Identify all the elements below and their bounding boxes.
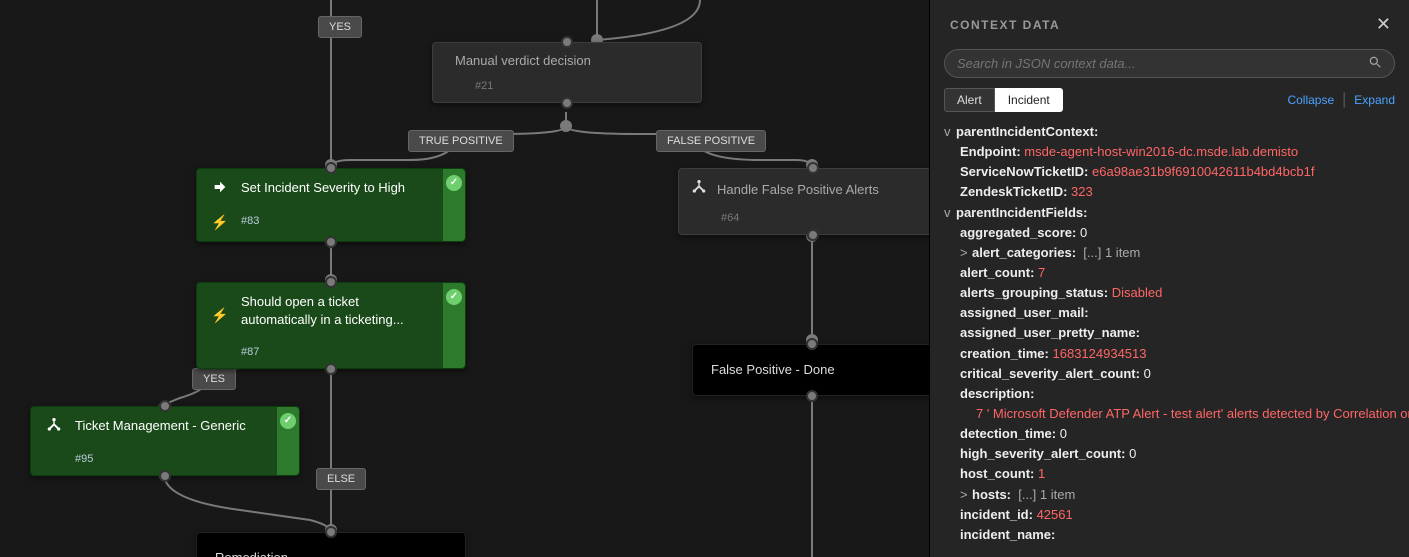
- json-key[interactable]: aggregated_score:: [960, 225, 1076, 240]
- json-value: msde-agent-host-win2016-dc.msde.lab.demi…: [1024, 144, 1298, 159]
- bolt-icon: ⚡: [211, 307, 228, 324]
- json-value: 0: [1144, 366, 1151, 381]
- check-icon: ✓: [446, 289, 462, 305]
- arrow-right-icon: [212, 179, 228, 200]
- json-key[interactable]: detection_time:: [960, 426, 1056, 441]
- json-key[interactable]: hosts:: [972, 487, 1011, 502]
- search-input[interactable]: [957, 56, 1368, 71]
- json-key[interactable]: creation_time:: [960, 346, 1049, 361]
- json-value: 323: [1071, 184, 1093, 199]
- status-indicator: ✓: [443, 169, 465, 241]
- json-key[interactable]: ZendeskTicketID:: [960, 184, 1067, 199]
- subplaybook-icon: [46, 417, 62, 438]
- node-number: #95: [75, 453, 269, 465]
- json-key[interactable]: critical_severity_alert_count:: [960, 366, 1140, 381]
- node-number: #83: [241, 215, 435, 227]
- json-key[interactable]: Endpoint:: [960, 144, 1021, 159]
- json-key[interactable]: assigned_user_mail:: [960, 305, 1089, 320]
- json-key[interactable]: parentIncidentFields:: [956, 205, 1087, 220]
- collapse-link[interactable]: Collapse: [1287, 93, 1334, 107]
- node-title: Set Incident Severity to High: [241, 179, 435, 197]
- json-key[interactable]: incident_name:: [960, 527, 1055, 542]
- label-yes-mid: YES: [192, 368, 236, 390]
- node-title: Manual verdict decision: [455, 53, 591, 68]
- label-true-positive: TRUE POSITIVE: [408, 130, 514, 152]
- node-remediation[interactable]: Remediation: [196, 532, 466, 557]
- json-tree[interactable]: vparentIncidentContext: Endpoint: msde-a…: [930, 118, 1409, 557]
- node-number: #64: [679, 206, 929, 234]
- json-key[interactable]: parentIncidentContext:: [956, 124, 1098, 139]
- tab-incident[interactable]: Incident: [995, 88, 1063, 112]
- caret-down-icon[interactable]: v: [944, 203, 954, 223]
- json-key[interactable]: host_count:: [960, 466, 1034, 481]
- node-handle-fp[interactable]: Handle False Positive Alerts #64: [678, 168, 929, 235]
- label-false-positive: FALSE POSITIVE: [656, 130, 766, 152]
- node-title: Should open a ticket automatically in a …: [241, 293, 435, 328]
- status-indicator: ✓: [443, 283, 465, 368]
- json-meta: [...] 1 item: [1083, 245, 1140, 260]
- json-key[interactable]: alert_count:: [960, 265, 1034, 280]
- json-meta: [...] 1 item: [1018, 487, 1075, 502]
- node-title: Handle False Positive Alerts: [717, 182, 879, 197]
- subplaybook-icon: [691, 179, 707, 200]
- panel-title: CONTEXT DATA: [950, 18, 1060, 32]
- json-key[interactable]: incident_id:: [960, 507, 1033, 522]
- node-set-severity[interactable]: ⚡ Set Incident Severity to High #83 ✓: [196, 168, 466, 242]
- caret-right-icon[interactable]: >: [960, 243, 970, 263]
- node-number: #87: [241, 346, 435, 358]
- json-key[interactable]: ServiceNowTicketID:: [960, 164, 1088, 179]
- json-key[interactable]: assigned_user_pretty_name:: [960, 325, 1140, 340]
- label-yes-top: YES: [318, 16, 362, 38]
- json-value: 7: [1038, 265, 1045, 280]
- node-open-ticket[interactable]: ⚡ Should open a ticket automatically in …: [196, 282, 466, 369]
- status-indicator: ✓: [277, 407, 299, 475]
- check-icon: ✓: [280, 413, 296, 429]
- json-value: 1: [1038, 466, 1045, 481]
- expand-link[interactable]: Expand: [1354, 93, 1395, 107]
- playbook-canvas[interactable]: YES TRUE POSITIVE FALSE POSITIVE YES ELS…: [0, 0, 929, 557]
- context-data-panel: CONTEXT DATA ✕ Alert Incident Collapse |…: [929, 0, 1409, 557]
- check-icon: ✓: [446, 175, 462, 191]
- node-title: Ticket Management - Generic: [75, 417, 269, 435]
- json-value: 0: [1080, 225, 1087, 240]
- json-key[interactable]: alert_categories:: [972, 245, 1076, 260]
- json-value: 0: [1060, 426, 1067, 441]
- caret-right-icon[interactable]: >: [960, 485, 970, 505]
- json-value: e6a98ae31b9f6910042611b4bd4bcb1f: [1092, 164, 1314, 179]
- label-else: ELSE: [316, 468, 366, 490]
- node-title: False Positive - Done: [711, 362, 835, 377]
- json-value: 1683124934513: [1053, 346, 1147, 361]
- json-value: 42561: [1037, 507, 1073, 522]
- node-title: Remediation: [215, 550, 288, 557]
- search-icon[interactable]: [1368, 55, 1382, 72]
- search-box[interactable]: [944, 49, 1395, 78]
- caret-down-icon[interactable]: v: [944, 122, 954, 142]
- json-key[interactable]: high_severity_alert_count:: [960, 446, 1125, 461]
- bolt-icon: ⚡: [211, 214, 228, 231]
- node-ticket-mgmt[interactable]: Ticket Management - Generic #95 ✓: [30, 406, 300, 476]
- node-fp-done[interactable]: False Positive - Done: [692, 344, 929, 396]
- tab-alert[interactable]: Alert: [944, 88, 995, 112]
- json-value: Disabled: [1112, 285, 1163, 300]
- json-key[interactable]: alerts_grouping_status:: [960, 285, 1108, 300]
- json-value: 0: [1129, 446, 1136, 461]
- json-key[interactable]: description:: [960, 386, 1034, 401]
- json-value: 7 ' Microsoft Defender ATP Alert - test …: [976, 406, 1409, 421]
- close-icon[interactable]: ✕: [1376, 14, 1391, 35]
- node-manual-verdict[interactable]: Manual verdict decision #21: [432, 42, 702, 103]
